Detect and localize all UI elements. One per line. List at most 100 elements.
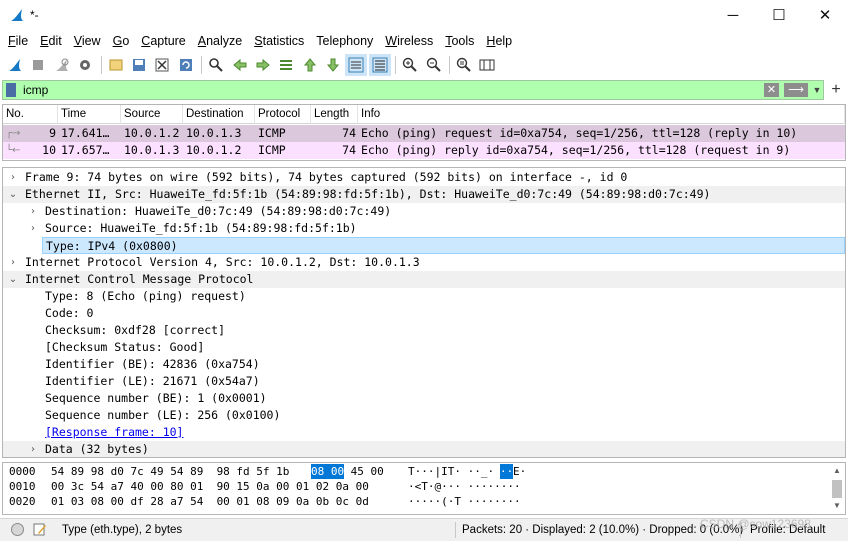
packet-bytes-pane[interactable]: 0000 54 89 98 d0 7c 49 54 89 98 fd 5f 1b … xyxy=(2,462,846,515)
detail-tree-item[interactable]: ⌄ Ethernet II, Src: HuaweiTe_fd:5f:1b (54… xyxy=(3,186,845,203)
collapsed-chevron-icon[interactable]: › xyxy=(7,254,19,271)
edit-comment-icon[interactable] xyxy=(33,522,47,537)
detail-text: Type: IPv4 (0x0800) xyxy=(46,239,178,253)
apply-filter-button[interactable]: ⟶ xyxy=(784,83,808,97)
detail-tree-item[interactable]: Type: 8 (Echo (ping) request) xyxy=(3,288,845,305)
collapsed-chevron-icon[interactable]: › xyxy=(7,169,19,186)
bytes-scrollbar[interactable]: ▲ ▼ xyxy=(830,464,844,513)
close-file-icon xyxy=(155,58,169,72)
menu-edit[interactable]: Edit xyxy=(34,31,68,52)
column-header-source[interactable]: Source xyxy=(121,105,183,124)
detail-tree-item[interactable]: [Response frame: 10] xyxy=(3,424,845,441)
go-last-button[interactable] xyxy=(322,54,344,76)
add-filter-button[interactable]: + xyxy=(828,80,844,100)
detail-tree-item[interactable]: › Destination: HuaweiTe_d0:7c:49 (54:89:9… xyxy=(3,203,845,220)
menu-label: ireless xyxy=(397,34,434,48)
arrow-right-icon: ⟶ xyxy=(788,84,804,96)
detail-tree-item[interactable]: Identifier (LE): 21671 (0x54a7) xyxy=(3,373,845,390)
detail-tree-item[interactable]: › Data (32 bytes) xyxy=(3,441,845,457)
detail-tree-item[interactable]: › Source: HuaweiTe_fd:5f:1b (54:89:98:fd:… xyxy=(3,220,845,237)
column-header-length[interactable]: Length xyxy=(311,105,358,124)
menu-file[interactable]: File xyxy=(2,31,34,52)
collapsed-chevron-icon[interactable]: › xyxy=(27,441,39,457)
autoscroll-button[interactable] xyxy=(345,54,368,76)
detail-tree-item[interactable]: Identifier (BE): 42836 (0xa754) xyxy=(3,356,845,373)
normal-size-button[interactable] xyxy=(453,54,475,76)
menu-go[interactable]: Go xyxy=(107,31,136,52)
packet-list[interactable]: No. Time Source Destination Protocol Length In… xyxy=(2,104,846,161)
find-packet-button[interactable] xyxy=(205,54,227,76)
detail-tree-item[interactable]: › Internet Protocol Version 4, Src: 10.0.… xyxy=(3,254,845,271)
collapsed-chevron-icon[interactable]: › xyxy=(27,220,39,237)
byte-offset: 0010 xyxy=(9,480,36,493)
close-button[interactable]: ✕ xyxy=(802,0,848,30)
expanded-chevron-icon[interactable]: ⌄ xyxy=(7,271,19,288)
go-to-packet-button[interactable] xyxy=(275,54,297,76)
menu-accelerator: C xyxy=(141,34,151,48)
column-header-info[interactable]: Info xyxy=(358,105,845,124)
detail-tree-item[interactable]: Checksum: 0xdf28 [correct] xyxy=(3,322,845,339)
byte-offset: 0000 xyxy=(9,465,36,478)
resize-columns-button[interactable] xyxy=(476,54,498,76)
menu-statistics[interactable]: Statistics xyxy=(248,31,310,52)
ascii-bytes: ·····(·T ········ xyxy=(408,495,521,508)
close-file-button[interactable] xyxy=(151,54,173,76)
menu-help[interactable]: Help xyxy=(480,31,518,52)
scroll-thumb[interactable] xyxy=(832,480,842,498)
open-file-button[interactable] xyxy=(105,54,127,76)
packet-row[interactable]: └← 10 17.657… 10.0.1.3 10.0.1.2 ICMP 74 Echo (p… xyxy=(3,142,845,159)
menu-wireless[interactable]: Wireless xyxy=(379,31,439,52)
packet-cell-info: Echo (ping) reply id=0xa754, seq=1/256, … xyxy=(361,143,791,157)
colorize-button[interactable] xyxy=(368,54,391,76)
column-header-destination[interactable]: Destination xyxy=(183,105,255,124)
column-header-time[interactable]: Time xyxy=(58,105,121,124)
capture-options-gear-button[interactable] xyxy=(74,54,96,76)
menu-tools[interactable]: Tools xyxy=(439,31,480,52)
menu-analyze[interactable]: Analyze xyxy=(192,31,248,52)
scroll-up-icon[interactable]: ▲ xyxy=(830,464,844,478)
detail-tree-item[interactable]: ⌄ Internet Control Message Protocol xyxy=(3,271,845,288)
hex-bytes-selected: 08 00 xyxy=(311,464,345,479)
packet-cell-info: Echo (ping) request id=0xa754, seq=1/256… xyxy=(361,126,798,140)
expanded-chevron-icon[interactable]: ⌄ xyxy=(7,186,19,203)
scroll-down-icon[interactable]: ▼ xyxy=(830,499,844,513)
packet-cell-length: 74 xyxy=(342,143,356,157)
menu-capture[interactable]: Capture xyxy=(135,31,191,52)
response-frame-link[interactable]: [Response frame: 10] xyxy=(45,424,183,441)
detail-tree-item[interactable]: › Frame 9: 74 bytes on wire (592 bits), 7… xyxy=(3,169,845,186)
column-header-protocol[interactable]: Protocol xyxy=(255,105,311,124)
go-back-button[interactable] xyxy=(229,54,251,76)
filter-bookmark-icon[interactable] xyxy=(6,83,16,97)
go-forward-button[interactable] xyxy=(252,54,274,76)
maximize-button[interactable]: ☐ xyxy=(756,0,802,30)
zoom-in-button[interactable] xyxy=(399,54,421,76)
detail-tree-item[interactable]: Sequence number (LE): 256 (0x0100) xyxy=(3,407,845,424)
menu-view[interactable]: View xyxy=(68,31,107,52)
detail-tree-item[interactable]: Type: IPv4 (0x0800) xyxy=(42,237,845,254)
maximize-icon: ☐ xyxy=(772,7,786,24)
menu-telephony[interactable]: Telephony xyxy=(310,31,379,52)
capture-status-icon[interactable] xyxy=(11,523,24,536)
reload-file-button[interactable] xyxy=(175,54,197,76)
detail-tree-item[interactable]: [Checksum Status: Good] xyxy=(3,339,845,356)
shark-fin-start-button[interactable] xyxy=(4,54,26,76)
save-file-button[interactable] xyxy=(128,54,150,76)
go-last-icon xyxy=(327,58,340,72)
packet-row[interactable]: ┌→ 9 17.641… 10.0.1.2 10.0.1.3 ICMP 74 Echo (pi… xyxy=(3,125,845,142)
watermark: CSDN @cow123698 xyxy=(700,517,811,531)
minimize-button[interactable]: ─ xyxy=(710,0,756,30)
filter-history-dropdown[interactable]: ▼ xyxy=(811,83,823,97)
stop-square-button[interactable] xyxy=(27,54,49,76)
packet-details-tree[interactable]: › Frame 9: 74 bytes on wire (592 bits), 7… xyxy=(2,167,846,458)
detail-text: Type: 8 (Echo (ping) request) xyxy=(45,289,246,303)
collapsed-chevron-icon[interactable]: › xyxy=(27,203,39,220)
column-header-no[interactable]: No. xyxy=(3,105,58,124)
zoom-out-button[interactable] xyxy=(423,54,445,76)
detail-text: Destination: HuaweiTe_d0:7c:49 (54:89:98… xyxy=(45,204,392,218)
restart-fin-button[interactable] xyxy=(51,54,73,76)
detail-tree-item[interactable]: Sequence number (BE): 1 (0x0001) xyxy=(3,390,845,407)
display-filter-input[interactable] xyxy=(23,82,723,98)
detail-tree-item[interactable]: Code: 0 xyxy=(3,305,845,322)
clear-filter-button[interactable]: ✕ xyxy=(764,83,779,97)
go-first-button[interactable] xyxy=(299,54,321,76)
